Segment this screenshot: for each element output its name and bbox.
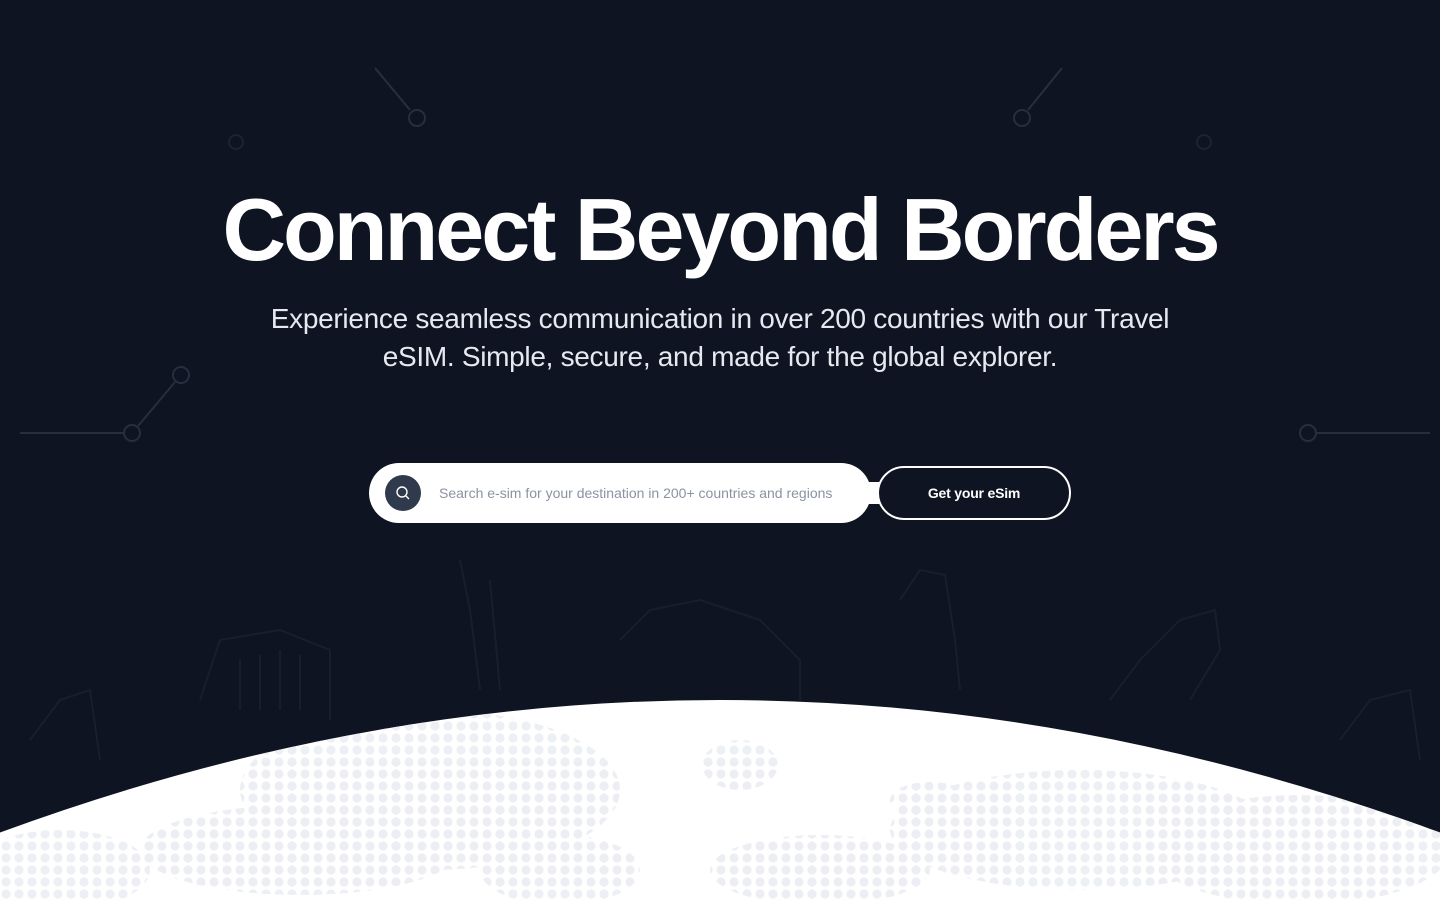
page-title: Connect Beyond Borders bbox=[222, 180, 1220, 279]
hero-section: Connect Beyond Borders Experience seamle… bbox=[0, 0, 1440, 900]
search-icon[interactable] bbox=[385, 475, 421, 511]
background-decoration bbox=[0, 67, 1440, 900]
world-map-dots bbox=[0, 710, 1440, 900]
globe-shape bbox=[0, 700, 1440, 900]
search-input[interactable] bbox=[437, 484, 861, 502]
search-bar[interactable] bbox=[369, 463, 871, 523]
get-esim-button[interactable]: Get your eSim bbox=[877, 466, 1071, 520]
landmarks-decoration bbox=[29, 559, 1421, 761]
hero-subtitle: Experience seamless communication in ove… bbox=[270, 303, 1170, 372]
